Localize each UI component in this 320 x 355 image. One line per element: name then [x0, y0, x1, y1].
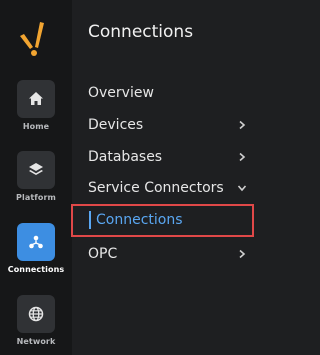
menu-item-opc[interactable]: OPC [72, 241, 263, 267]
nav-rail: Home Platform Connections Network [0, 0, 72, 355]
menu-item-databases[interactable]: Databases [72, 144, 263, 170]
home-icon [17, 80, 55, 118]
rail-item-platform[interactable]: Platform [0, 151, 72, 202]
rail-item-connections[interactable]: Connections [0, 223, 72, 274]
menu-item-label: Service Connectors [88, 180, 224, 196]
menu-item-label: Devices [88, 117, 144, 133]
layers-icon [17, 151, 55, 189]
rail-item-label: Connections [7, 265, 65, 274]
chevron-right-icon [237, 120, 247, 130]
submenu-item-connections[interactable]: Connections [88, 208, 252, 232]
rail-item-network[interactable]: Network [0, 295, 72, 346]
logo-icon [20, 22, 44, 56]
connections-icon [17, 223, 55, 261]
connections-panel: Connections Overview Devices Databases S… [72, 0, 263, 355]
menu-item-devices[interactable]: Devices [72, 112, 263, 138]
menu-item-service-connectors[interactable]: Service Connectors [72, 175, 263, 201]
chevron-right-icon [237, 249, 247, 259]
rail-item-home[interactable]: Home [0, 80, 72, 131]
menu-item-label: Overview [88, 85, 154, 101]
chevron-down-icon [237, 183, 247, 193]
rail-item-label: Platform [16, 193, 56, 202]
chevron-right-icon [237, 152, 247, 162]
menu-item-overview[interactable]: Overview [72, 80, 263, 106]
menu-item-label: OPC [88, 246, 118, 262]
rail-item-label: Network [16, 337, 56, 346]
menu-item-label: Databases [88, 149, 163, 165]
globe-icon [17, 295, 55, 333]
selected-indicator [89, 211, 91, 229]
panel-title: Connections [88, 22, 194, 42]
submenu-item-label: Connections [96, 212, 183, 228]
rail-item-label: Home [22, 122, 50, 131]
